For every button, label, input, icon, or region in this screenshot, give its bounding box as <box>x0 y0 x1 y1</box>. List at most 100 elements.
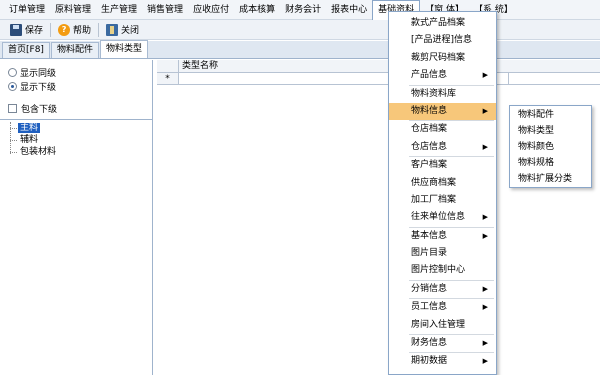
help-button[interactable]: ? 帮助 <box>54 21 95 39</box>
type-tree: 主料 辅料 包装材料 <box>0 120 152 158</box>
left-panel: 显示同级 显示下级 包含下级 主料 辅料 包装材料 <box>0 60 153 375</box>
toolbar-separator <box>98 22 100 37</box>
menu-sales-management[interactable]: 销售管理 <box>142 0 188 20</box>
submenu-arrow-icon: ▶ <box>482 213 488 222</box>
menu-report-center[interactable]: 报表中心 <box>326 0 372 20</box>
show-same-level-option[interactable]: 显示同级 <box>8 66 152 79</box>
menu-item-image-control-center[interactable]: 图片控制中心 <box>389 262 496 279</box>
menu-item-image-directory[interactable]: 图片目录 <box>389 245 496 262</box>
submenu-item-material-type[interactable]: 物料类型 <box>510 123 591 139</box>
menu-item-store-info[interactable]: 仓店信息 ▶ <box>389 139 496 156</box>
save-label: 保存 <box>25 26 44 36</box>
tree-item-label: 辅料 <box>20 135 39 145</box>
menu-item-partner-info[interactable]: 往来单位信息 ▶ <box>389 209 496 226</box>
toolbar: 保存 ? 帮助 关闭 <box>0 20 600 40</box>
menu-item-label: 物料资料库 <box>411 88 457 99</box>
help-icon: ? <box>58 23 71 36</box>
tree-item[interactable]: 辅料 <box>10 134 152 146</box>
menu-item-factory-archive[interactable]: 加工厂档案 <box>389 192 496 209</box>
close-label: 关闭 <box>121 26 140 36</box>
exit-door-icon <box>106 23 119 36</box>
tree-item[interactable]: 主料 <box>10 122 152 134</box>
save-icon <box>10 23 22 36</box>
menu-item-label: 加工厂档案 <box>411 194 457 205</box>
new-row-marker: * <box>157 73 179 84</box>
close-button[interactable]: 关闭 <box>102 21 143 39</box>
menu-item-label: 财务信息 <box>411 338 448 349</box>
menu-item-employee-info[interactable]: 员工信息 ▶ <box>389 299 496 316</box>
menu-item-label: 图片控制中心 <box>411 265 466 276</box>
menu-cost-accounting[interactable]: 成本核算 <box>234 0 280 20</box>
menu-item-label: 往来单位信息 <box>411 212 466 223</box>
material-info-submenu: 物料配件 物料类型 物料颜色 物料规格 物料扩展分类 <box>509 105 592 188</box>
submenu-arrow-icon: ▶ <box>482 71 488 80</box>
menu-item-basic-info[interactable]: 基本信息 ▶ <box>389 228 496 245</box>
tab-material-parts[interactable]: 物料配件 <box>50 42 99 58</box>
submenu-item-material-spec[interactable]: 物料规格 <box>510 155 591 171</box>
menu-item-label: 基本信息 <box>411 230 448 241</box>
include-lower-label: 包含下级 <box>21 104 58 115</box>
menu-item-cutting-size-archive[interactable]: 裁剪尺码档案 <box>389 50 496 67</box>
submenu-arrow-icon: ▶ <box>482 231 488 240</box>
menu-item-label: 分销信息 <box>411 283 448 294</box>
menu-item-finance-info[interactable]: 财务信息 ▶ <box>389 335 496 352</box>
menu-item-product-info[interactable]: 产品信息 ▶ <box>389 67 496 84</box>
menu-item-label: 仓店信息 <box>411 141 448 152</box>
submenu-arrow-icon: ▶ <box>482 357 488 366</box>
menu-item-style-product-archive[interactable]: 款式产品档案 <box>389 15 496 32</box>
display-options: 显示同级 显示下级 包含下级 <box>0 60 152 120</box>
show-lower-level-option[interactable]: 显示下级 <box>8 80 152 93</box>
submenu-item-material-parts[interactable]: 物料配件 <box>510 107 591 123</box>
tab-strip: 首页[F8] 物料配件 物料类型 <box>0 40 600 59</box>
menu-item-label: 款式产品档案 <box>411 18 466 28</box>
include-lower-checkbox[interactable] <box>8 103 17 113</box>
menu-item-label: 图片目录 <box>411 248 448 259</box>
tab-home[interactable]: 首页[F8] <box>2 42 50 58</box>
grid-new-row[interactable]: * <box>157 73 600 85</box>
tree-item[interactable]: 包装材料 <box>10 146 152 158</box>
menu-item-customer-archive[interactable]: 客户档案 <box>389 157 496 174</box>
column-header-type-name[interactable]: 类型名称 <box>179 60 218 72</box>
menu-item-label: 客户档案 <box>411 160 448 171</box>
menu-item-label: 房间入住管理 <box>411 319 466 330</box>
tab-material-type[interactable]: 物料类型 <box>99 40 148 58</box>
submenu-arrow-icon: ▶ <box>482 284 488 293</box>
menu-order-management[interactable]: 订单管理 <box>4 0 50 20</box>
menu-item-room-checkin[interactable]: 房间入住管理 <box>389 317 496 334</box>
lower-level-label: 显示下级 <box>20 83 57 93</box>
include-lower-option[interactable]: 包含下级 <box>8 101 152 115</box>
menu-production-management[interactable]: 生产管理 <box>96 0 142 20</box>
tree-item-label: 包装材料 <box>20 147 57 157</box>
menu-item-label: 物料信息 <box>411 105 448 116</box>
menu-item-label: [产品进程]信息 <box>411 35 473 46</box>
menu-receivables-payables[interactable]: 应收应付 <box>188 0 234 20</box>
same-level-label: 显示同级 <box>20 69 57 79</box>
menu-bar: 订单管理 原料管理 生产管理 销售管理 应收应付 成本核算 财务会计 报表中心 … <box>0 0 600 20</box>
submenu-arrow-icon: ▶ <box>482 339 488 348</box>
grid-header: 类型名称 <box>157 60 600 73</box>
menu-financial-accounting[interactable]: 财务会计 <box>280 0 326 20</box>
submenu-arrow-icon: ▶ <box>482 303 488 312</box>
tree-item-label: 主料 <box>18 123 41 133</box>
menu-item-opening-data[interactable]: 期初数据 ▶ <box>389 353 496 370</box>
submenu-item-material-ext-category[interactable]: 物料扩展分类 <box>510 171 591 187</box>
menu-item-label: 期初数据 <box>411 356 448 367</box>
menu-item-supplier-archive[interactable]: 供应商档案 <box>389 175 496 192</box>
menu-item-label: 供应商档案 <box>411 177 457 188</box>
radio-same-level[interactable] <box>8 68 17 77</box>
menu-item-product-process-info[interactable]: [产品进程]信息 <box>389 32 496 49</box>
toolbar-separator <box>50 22 52 37</box>
submenu-arrow-icon: ▶ <box>482 142 488 151</box>
menu-item-distribution-info[interactable]: 分销信息 ▶ <box>389 281 496 298</box>
menu-item-store-archive[interactable]: 仓店档案 <box>389 121 496 138</box>
help-label: 帮助 <box>73 26 92 36</box>
menu-item-material-library[interactable]: 物料资料库 <box>389 86 496 103</box>
submenu-arrow-icon: ▶ <box>482 106 488 115</box>
menu-item-label: 裁剪尺码档案 <box>411 52 466 63</box>
menu-material-management[interactable]: 原料管理 <box>50 0 96 20</box>
save-button[interactable]: 保存 <box>6 21 47 39</box>
menu-item-label: 产品信息 <box>411 70 448 81</box>
radio-lower-level[interactable] <box>8 82 17 91</box>
menu-item-material-info[interactable]: 物料信息 ▶ <box>389 102 496 121</box>
submenu-item-material-color[interactable]: 物料颜色 <box>510 139 591 155</box>
